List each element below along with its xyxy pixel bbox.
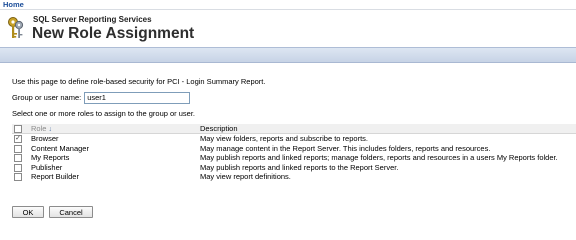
user-field-label: Group or user name: xyxy=(12,93,82,102)
role-checkbox[interactable] xyxy=(14,163,22,172)
table-row: My Reports May publish reports and linked… xyxy=(12,153,576,163)
table-row: ✓ Browser May view folders, reports and su… xyxy=(12,134,576,144)
cancel-button[interactable]: Cancel xyxy=(49,206,93,218)
role-checkbox[interactable] xyxy=(14,154,22,163)
role-checkbox[interactable] xyxy=(14,173,22,182)
role-description: May view folders, reports and subscribe … xyxy=(200,134,368,143)
home-link[interactable]: Home xyxy=(3,0,24,9)
app-name: SQL Server Reporting Services xyxy=(33,15,152,24)
select-all-checkbox[interactable] xyxy=(14,125,22,133)
toolbar-band xyxy=(0,47,576,63)
role-name: Publisher xyxy=(31,162,63,172)
role-name: Browser xyxy=(31,134,59,143)
sort-down-icon: ↓ xyxy=(48,126,52,133)
top-bar: Home xyxy=(0,0,576,10)
select-prompt: Select one or more roles to assign to th… xyxy=(12,109,196,118)
table-row: Content Manager May manage content in the… xyxy=(12,144,576,154)
role-table: Role ↓ Description ✓ Browser May view folde… xyxy=(12,124,576,182)
page-title: New Role Assignment xyxy=(32,25,195,42)
page-header: SQL Server Reporting Services New Role A… xyxy=(0,11,576,47)
role-checkbox[interactable]: ✓ xyxy=(14,135,22,143)
user-name-input[interactable] xyxy=(84,91,191,104)
role-name: My Reports xyxy=(31,153,70,163)
intro-text: Use this page to define role-based secur… xyxy=(12,77,266,86)
button-row: OK Cancel xyxy=(12,206,93,218)
role-description: May publish reports and linked reports; … xyxy=(200,153,558,163)
role-description: May manage content in the Report Server.… xyxy=(200,143,491,153)
role-header-label: Role xyxy=(31,124,47,133)
user-field-row: Group or user name: xyxy=(12,91,191,104)
role-checkbox[interactable] xyxy=(14,144,22,153)
role-name: Content Manager xyxy=(31,143,89,153)
description-column-header: Description xyxy=(200,124,238,133)
table-header: Role ↓ Description xyxy=(12,124,576,134)
table-row: Report Builder May view report definition… xyxy=(12,172,576,182)
table-row: Publisher May publish reports and linked … xyxy=(12,163,576,173)
role-column-header[interactable]: Role ↓ xyxy=(31,124,52,133)
ok-button[interactable]: OK xyxy=(12,206,44,218)
role-description: May publish reports and linked reports t… xyxy=(200,162,399,172)
role-name: Report Builder xyxy=(31,172,79,182)
keys-icon xyxy=(8,17,24,38)
role-description: May view report definitions. xyxy=(200,172,291,182)
